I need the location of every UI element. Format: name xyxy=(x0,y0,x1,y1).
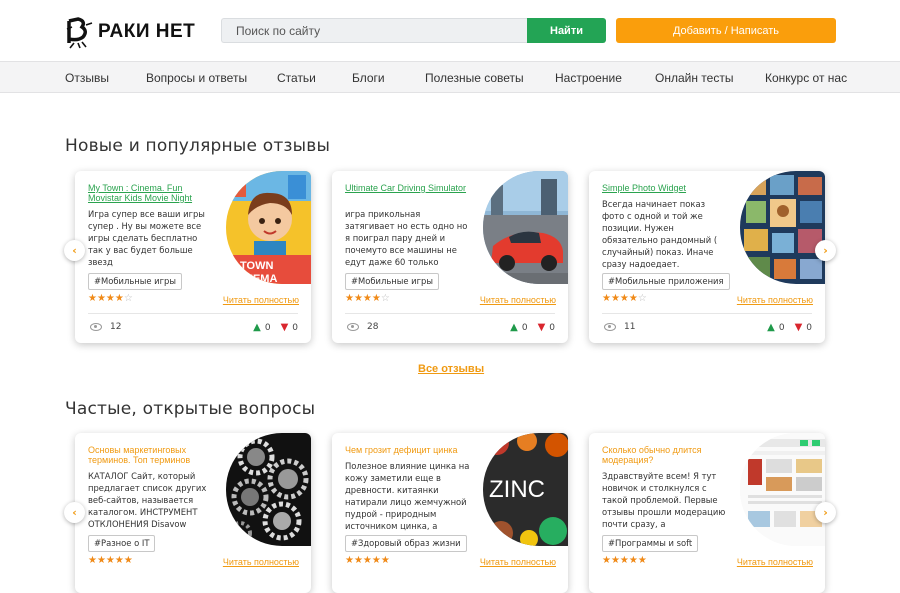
game-town-image: TOWN CINEMA xyxy=(226,171,311,284)
nav-item-tips[interactable]: Полезные советы xyxy=(425,71,524,85)
carousel-next-button[interactable]: › xyxy=(815,240,836,261)
site-header: РАКИ НЕТ Найти Добавить / Написать xyxy=(0,0,900,61)
divider xyxy=(345,313,555,314)
photo-widget-image xyxy=(740,171,825,284)
votes: ▲ 0 ▼ 0 xyxy=(253,322,298,333)
review-title[interactable]: My Town : Cinema. Fun Movistar Kids Movi… xyxy=(88,183,213,203)
question-title[interactable]: Сколько обычно длится модерация? xyxy=(602,445,727,465)
review-text: Игра супер все ваши игры супер . Ну вы м… xyxy=(88,209,205,267)
question-text: Здравствуйте всем! Я тут новичок и столк… xyxy=(602,471,726,529)
review-card[interactable]: Ultimate Car Driving Simulator игра прик… xyxy=(332,171,568,343)
read-more-link[interactable]: Читать полностью xyxy=(223,557,299,567)
nav-item-qa[interactable]: Вопросы и ответы xyxy=(146,71,247,85)
eye-icon xyxy=(347,323,359,331)
review-card[interactable]: Simple Photo Widget Всегда начинает пока… xyxy=(589,171,825,343)
category-tag[interactable]: #Мобильные игры xyxy=(345,273,439,290)
search-input[interactable] xyxy=(222,19,527,42)
thumbs-down-icon[interactable]: ▼ xyxy=(795,322,803,333)
race-car-image xyxy=(483,171,568,284)
nav-item-mood[interactable]: Настроение xyxy=(555,71,622,85)
questions-section-title: Частые, открытые вопросы xyxy=(65,399,316,419)
nav-item-reviews[interactable]: Отзывы xyxy=(65,71,109,85)
add-write-button[interactable]: Добавить / Написать xyxy=(616,18,836,43)
question-card[interactable]: Основы маркетинговых терминов. Топ терми… xyxy=(75,433,311,593)
read-more-link[interactable]: Читать полностью xyxy=(223,295,299,305)
rating-stars: ★★★★☆ xyxy=(345,293,390,304)
rating-stars: ★★★★☆ xyxy=(88,293,133,304)
review-card[interactable]: TOWN CINEMA My Town : Cinema. Fun Movist… xyxy=(75,171,311,343)
views-count: 28 xyxy=(347,322,378,332)
all-reviews-link[interactable]: Все отзывы xyxy=(418,363,484,375)
rating-stars: ★★★★★ xyxy=(345,555,390,566)
review-title[interactable]: Simple Photo Widget xyxy=(602,183,727,193)
read-more-link[interactable]: Читать полностью xyxy=(737,295,813,305)
category-tag[interactable]: #Мобильные игры xyxy=(88,273,182,290)
logo-text: РАКИ НЕТ xyxy=(98,21,196,42)
nav-item-articles[interactable]: Статьи xyxy=(277,71,316,85)
thumbs-up-icon[interactable]: ▲ xyxy=(253,322,261,333)
read-more-link[interactable]: Читать полностью xyxy=(737,557,813,567)
carousel-prev-button[interactable]: ‹ xyxy=(64,502,85,523)
gears-image xyxy=(226,433,311,546)
category-tag[interactable]: #Программы и soft xyxy=(602,535,699,552)
question-title[interactable]: Чем грозит дефицит цинка xyxy=(345,445,470,455)
read-more-link[interactable]: Читать полностью xyxy=(480,295,556,305)
votes: ▲ 0 ▼ 0 xyxy=(767,322,812,333)
category-tag[interactable]: #Мобильные приложения xyxy=(602,273,730,290)
thumbs-up-icon[interactable]: ▲ xyxy=(510,322,518,333)
svg-text:TOWN: TOWN xyxy=(240,260,273,272)
question-card[interactable]: ZINC Чем грозит дефицит цинка Полезное в… xyxy=(332,433,568,593)
nav-item-blogs[interactable]: Блоги xyxy=(352,71,385,85)
review-title[interactable]: Ultimate Car Driving Simulator xyxy=(345,183,470,193)
nav-item-contest[interactable]: Конкурс от нас xyxy=(765,71,847,85)
nav-item-tests[interactable]: Онлайн тесты xyxy=(655,71,733,85)
thumbs-up-icon[interactable]: ▲ xyxy=(767,322,775,333)
reviews-section-title: Новые и популярные отзывы xyxy=(65,136,331,156)
category-tag[interactable]: #Здоровый образ жизни xyxy=(345,535,467,552)
votes: ▲ 0 ▼ 0 xyxy=(510,322,555,333)
thumbs-down-icon[interactable]: ▼ xyxy=(538,322,546,333)
eye-icon xyxy=(90,323,102,331)
carousel-next-button[interactable]: › xyxy=(815,502,836,523)
review-text: игра прикольная затягивает но есть одно … xyxy=(345,209,468,267)
question-text: КАТАЛОГ Сайт, который предлагает список … xyxy=(88,471,207,529)
logo-mark xyxy=(66,13,100,49)
question-title[interactable]: Основы маркетинговых терминов. Топ терми… xyxy=(88,445,213,465)
main-nav: Отзывы Вопросы и ответы Статьи Блоги Пол… xyxy=(0,61,900,93)
read-more-link[interactable]: Читать полностью xyxy=(480,557,556,567)
category-tag[interactable]: #Разное о IT xyxy=(88,535,156,552)
rating-stars: ★★★★☆ xyxy=(602,293,647,304)
rating-stars: ★★★★★ xyxy=(88,555,133,566)
question-card[interactable]: Сколько обычно длится модерация? Здравст… xyxy=(589,433,825,593)
eye-icon xyxy=(604,323,616,331)
svg-text:CINEMA: CINEMA xyxy=(234,273,277,284)
views-count: 12 xyxy=(90,322,121,332)
divider xyxy=(88,313,298,314)
website-screenshot-image xyxy=(740,433,825,546)
rating-stars: ★★★★★ xyxy=(602,555,647,566)
zinc-food-image: ZINC xyxy=(483,433,568,546)
review-text: Всегда начинает показ фото с одной и той… xyxy=(602,199,718,269)
search-box xyxy=(221,18,527,43)
divider xyxy=(602,313,812,314)
search-button[interactable]: Найти xyxy=(527,18,606,43)
thumbs-down-icon[interactable]: ▼ xyxy=(281,322,289,333)
question-text: Полезное влияние цинка на кожу заметили … xyxy=(345,461,470,531)
carousel-prev-button[interactable]: ‹ xyxy=(64,240,85,261)
site-logo[interactable]: РАКИ НЕТ xyxy=(66,12,196,49)
views-count: 11 xyxy=(604,322,635,332)
zinc-text: ZINC xyxy=(489,476,545,503)
